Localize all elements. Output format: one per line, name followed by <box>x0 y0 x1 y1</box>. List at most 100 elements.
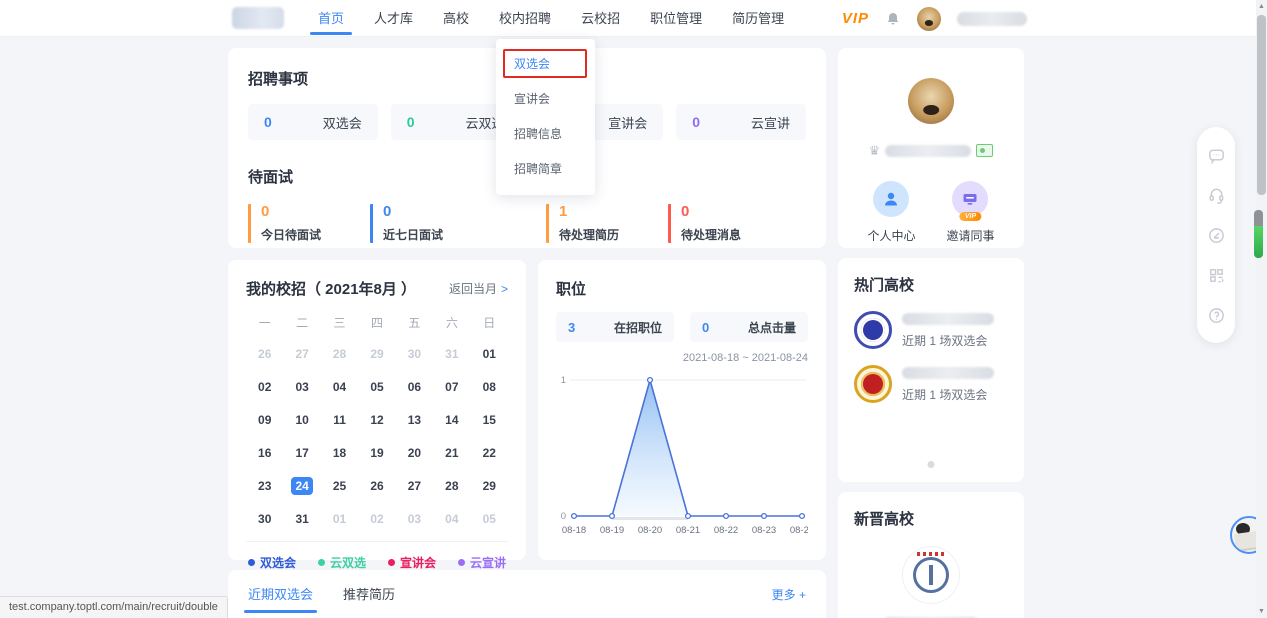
nav-item-5[interactable]: 云校招 <box>581 0 620 37</box>
calendar-day[interactable]: 29 <box>471 479 508 493</box>
calendar-day[interactable]: 20 <box>396 446 433 460</box>
tab-1[interactable]: 近期双选会 <box>248 584 313 613</box>
calendar-day[interactable]: 13 <box>396 413 433 427</box>
help-icon[interactable] <box>1206 305 1226 325</box>
scroll-down-arrow[interactable]: ▼ <box>1256 605 1267 618</box>
calendar-day[interactable]: 30 <box>396 347 433 361</box>
calendar-day[interactable]: 07 <box>433 380 470 394</box>
calendar-day[interactable]: 27 <box>283 347 320 361</box>
svg-text:08-22: 08-22 <box>714 525 738 536</box>
dropdown-item-3[interactable]: 招聘信息 <box>496 116 595 151</box>
calendar-day[interactable]: 27 <box>396 479 433 493</box>
hot-schools-card: 热门高校 近期 1 场双选会近期 1 场双选会 <box>838 258 1024 482</box>
app-logo[interactable] <box>232 7 284 29</box>
redacted-school-name <box>902 313 994 325</box>
school-logo <box>854 311 892 349</box>
nav-menu: 首页人才库高校校内招聘云校招职位管理简历管理 <box>318 0 784 37</box>
crown-icon: ♛ <box>869 144 881 157</box>
calendar-day[interactable]: 12 <box>358 413 395 427</box>
carousel-dot[interactable] <box>928 461 935 468</box>
new-school-logo[interactable] <box>903 547 959 603</box>
calendar-day[interactable]: 09 <box>246 413 283 427</box>
calendar-day[interactable]: 02 <box>246 380 283 394</box>
redacted-company-name <box>885 145 971 157</box>
calendar-day[interactable]: 30 <box>246 512 283 526</box>
user-avatar[interactable] <box>917 7 941 31</box>
extension-scroll-indicator[interactable] <box>1254 210 1263 258</box>
interview-title: 待面试 <box>248 166 452 187</box>
nav-item-2[interactable]: 人才库 <box>374 0 413 37</box>
calendar-day[interactable]: 15 <box>471 413 508 427</box>
nav-item-6[interactable]: 职位管理 <box>650 0 702 37</box>
interview-section: 待面试 0今日待面试0近七日面试 <box>248 166 452 243</box>
svg-text:08-21: 08-21 <box>676 525 700 536</box>
calendar-day[interactable]: 17 <box>283 446 320 460</box>
hot-school-item-1[interactable]: 近期 1 场双选会 <box>854 311 1008 349</box>
legend-dot-icon <box>388 559 395 566</box>
calendar-day[interactable]: 08 <box>471 380 508 394</box>
dropdown-item-1[interactable]: 双选会 <box>496 46 595 81</box>
calendar-weekday-row: 一二三四五六日 <box>246 314 508 331</box>
calendar-day[interactable]: 19 <box>358 446 395 460</box>
calendar-day[interactable]: 23 <box>246 479 283 493</box>
page-scrollbar[interactable]: ▲ ▼ <box>1256 0 1267 618</box>
nav-item-3[interactable]: 高校 <box>443 0 469 37</box>
more-link[interactable]: 更多 + <box>772 586 806 603</box>
dropdown-item-2[interactable]: 宣讲会 <box>496 81 595 116</box>
recruit-stat-chip-4: 0云宣讲 <box>676 104 806 140</box>
calendar-day[interactable]: 03 <box>283 380 320 394</box>
back-to-current-month-link[interactable]: 返回当月> <box>449 280 508 297</box>
invite-colleague-button[interactable]: VIP邀请同事 <box>946 181 994 244</box>
redacted-user-name[interactable] <box>957 12 1027 26</box>
calendar-day[interactable]: 03 <box>396 512 433 526</box>
nav-item-4[interactable]: 校内招聘 <box>499 0 551 37</box>
calendar-day[interactable]: 21 <box>433 446 470 460</box>
vip-logo[interactable]: VIP <box>842 10 869 27</box>
calendar-day[interactable]: 04 <box>433 512 470 526</box>
my-campus-calendar-card: 我的校招（ 2021年8月 ） 返回当月> 一二三四五六日 2627282930… <box>228 260 526 560</box>
calendar-day[interactable]: 02 <box>358 512 395 526</box>
calendar-day[interactable]: 31 <box>433 347 470 361</box>
calendar-day-selected[interactable]: 24 <box>283 477 320 495</box>
qrcode-icon[interactable] <box>1206 265 1226 285</box>
campus-recruit-dropdown: 双选会宣讲会招聘信息招聘简章 <box>496 39 595 195</box>
svg-text:08-24: 08-24 <box>790 525 808 536</box>
calendar-day[interactable]: 26 <box>246 347 283 361</box>
scrollbar-thumb[interactable] <box>1257 15 1266 195</box>
calendar-day[interactable]: 01 <box>471 347 508 361</box>
job-stat-chip-2: 0总点击量 <box>690 312 808 342</box>
tab-2[interactable]: 推荐简历 <box>343 584 395 613</box>
dropdown-item-4[interactable]: 招聘简章 <box>496 151 595 186</box>
calendar-day[interactable]: 28 <box>321 347 358 361</box>
calendar-day[interactable]: 05 <box>471 512 508 526</box>
calendar-day[interactable]: 14 <box>433 413 470 427</box>
calendar-day[interactable]: 11 <box>321 413 358 427</box>
hot-school-item-2[interactable]: 近期 1 场双选会 <box>854 365 1008 403</box>
headset-icon[interactable] <box>1206 185 1226 205</box>
weekday-label: 日 <box>471 314 508 331</box>
notification-bell-icon[interactable] <box>885 11 901 27</box>
calendar-day[interactable]: 06 <box>396 380 433 394</box>
calendar-day[interactable]: 04 <box>321 380 358 394</box>
calendar-day[interactable]: 01 <box>321 512 358 526</box>
calendar-day[interactable]: 18 <box>321 446 358 460</box>
nav-item-7[interactable]: 简历管理 <box>732 0 784 37</box>
calendar-day[interactable]: 28 <box>433 479 470 493</box>
svg-text:08-18: 08-18 <box>562 525 586 536</box>
jobs-card: 职位 3在招职位0总点击量 2021-08-18 ~ 2021-08-24 01… <box>538 260 826 560</box>
nav-item-1[interactable]: 首页 <box>318 0 344 37</box>
calendar-day[interactable]: 25 <box>321 479 358 493</box>
calendar-day[interactable]: 29 <box>358 347 395 361</box>
calendar-day[interactable]: 05 <box>358 380 395 394</box>
message-icon[interactable] <box>1206 145 1226 165</box>
calendar-day[interactable]: 31 <box>283 512 320 526</box>
personal-center-button[interactable]: 个人中心 <box>867 181 915 244</box>
interview-stat-1: 0今日待面试 <box>248 204 330 243</box>
feedback-icon[interactable] <box>1206 225 1226 245</box>
calendar-day[interactable]: 22 <box>471 446 508 460</box>
calendar-day[interactable]: 26 <box>358 479 395 493</box>
scroll-up-arrow[interactable]: ▲ <box>1256 0 1267 13</box>
profile-avatar[interactable] <box>908 78 954 124</box>
calendar-day[interactable]: 10 <box>283 413 320 427</box>
calendar-day[interactable]: 16 <box>246 446 283 460</box>
